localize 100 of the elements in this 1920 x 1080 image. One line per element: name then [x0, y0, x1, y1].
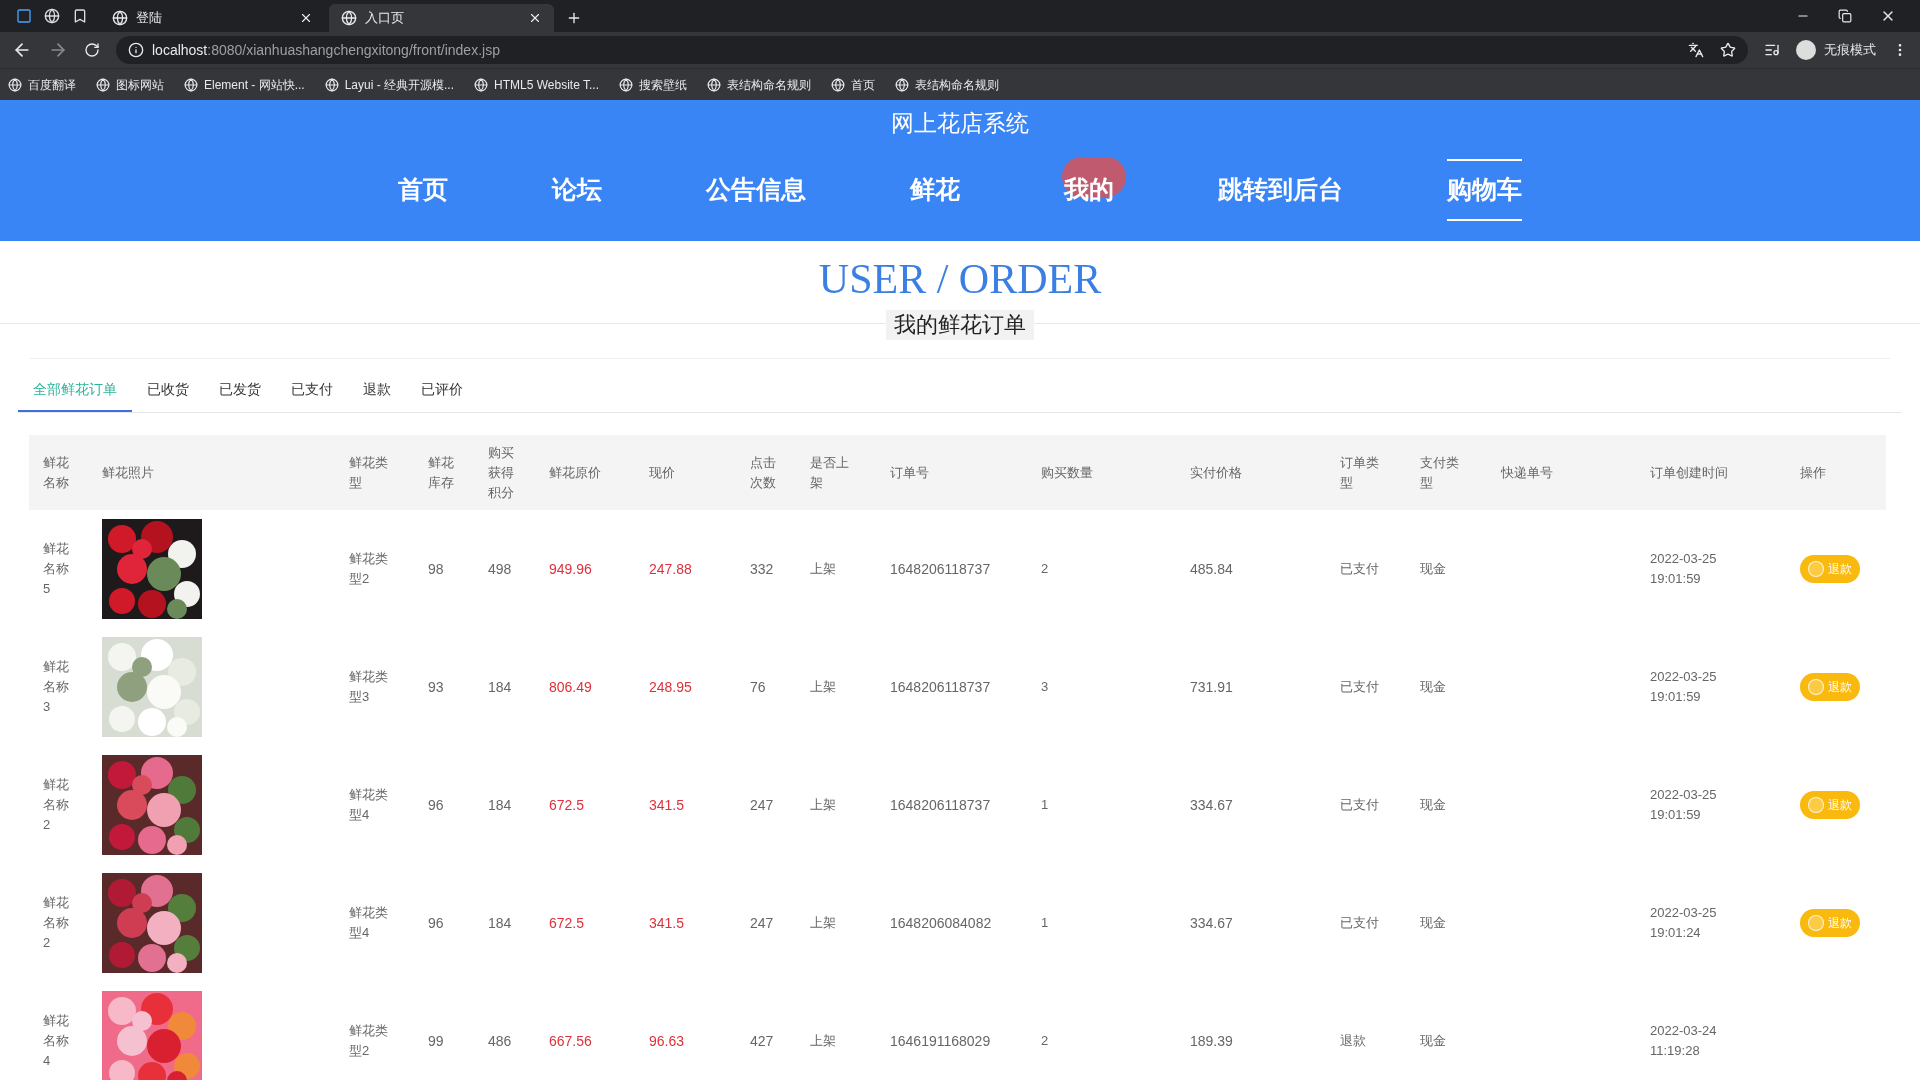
bookmark-item[interactable]: HTML5 Website T... — [474, 75, 599, 94]
table-cell-text: 806.49 — [549, 678, 593, 697]
nav-link[interactable]: 购物车 — [1447, 159, 1522, 221]
profile-button[interactable]: 无痕模式 — [1796, 40, 1876, 60]
table-cell-text: 1646191168029 — [890, 1032, 992, 1051]
table-cell-text: 鲜花类型3 — [349, 668, 389, 706]
table-cell-text: 672.5 — [549, 796, 586, 815]
page-heading: USER / ORDER — [818, 255, 1102, 303]
bookmark-item[interactable]: 表结构命名规则 — [707, 75, 811, 94]
column-header: 订单号 — [890, 463, 930, 482]
column-header: 点击次数 — [750, 453, 777, 492]
table-cell-text: 486 — [488, 1032, 513, 1051]
filter-tab[interactable]: 已评价 — [406, 379, 478, 412]
table-cell-text: 1 — [1041, 914, 1050, 932]
browser-tab[interactable]: 入口页 — [329, 4, 554, 32]
table-cell-text: 99 — [428, 1032, 445, 1051]
table-cell-text: 96.63 — [649, 1032, 686, 1051]
table-cell-text: 现金 — [1420, 796, 1447, 814]
table-cell-text: 184 — [488, 796, 513, 815]
filter-tab[interactable]: 已支付 — [276, 379, 348, 412]
bookmark-item[interactable]: 百度翻译 — [8, 75, 76, 94]
filter-tab[interactable]: 已发货 — [204, 379, 276, 412]
bookmark-item[interactable]: 首页 — [831, 75, 875, 94]
table-cell-text: 2 — [1041, 560, 1050, 578]
table-cell-text: 现金 — [1420, 914, 1447, 932]
table-cell-text: 96 — [428, 914, 445, 933]
table-cell-text: 93 — [428, 678, 445, 697]
table-cell-text: 鲜花类型4 — [349, 904, 389, 942]
column-header: 操作 — [1800, 463, 1827, 482]
table-cell-text: 184 — [488, 678, 513, 697]
table-cell-text: 427 — [750, 1032, 775, 1051]
table-cell-text: 鲜花名称4 — [43, 1012, 70, 1070]
table-cell-text: 949.96 — [549, 560, 593, 579]
table-cell-text: 667.56 — [549, 1032, 593, 1051]
nav-link[interactable]: 首页 — [398, 159, 448, 221]
bookmark-item[interactable]: 搜索壁纸 — [619, 75, 687, 94]
url-text: localhost:8080/xianhuashangchengxitong/front/index.jsp — [152, 40, 500, 60]
column-header: 鲜花名称 — [43, 453, 70, 492]
table-cell-text: 鲜花类型2 — [349, 550, 389, 588]
table-cell-text: 334.67 — [1190, 914, 1234, 933]
filter-tab[interactable]: 已收货 — [132, 379, 204, 412]
table-cell-text: 341.5 — [649, 796, 686, 815]
column-header: 支付类型 — [1420, 453, 1460, 492]
table-cell-text: 上架 — [810, 678, 837, 696]
nav-link[interactable]: 公告信息 — [706, 159, 806, 221]
nav-link[interactable]: 论坛 — [552, 159, 602, 221]
column-header: 鲜花照片 — [102, 463, 155, 482]
column-header: 快递单号 — [1501, 463, 1554, 482]
page-subheading: 我的鲜花订单 — [886, 310, 1034, 340]
table-cell-text: 已支付 — [1340, 560, 1380, 578]
nav-link[interactable]: 鲜花 — [910, 159, 960, 221]
table-cell-text: 鲜花名称3 — [43, 658, 70, 716]
filter-tab[interactable]: 退款 — [348, 379, 406, 412]
column-header: 订单类型 — [1340, 453, 1380, 492]
table-cell-text: 1648206118737 — [890, 796, 992, 815]
table-cell-text: 现金 — [1420, 560, 1447, 578]
column-header: 现价 — [649, 463, 676, 482]
column-header: 订单创建时间 — [1650, 463, 1729, 482]
table-cell-text: 鲜花名称5 — [43, 540, 70, 598]
table-cell-text: 76 — [750, 678, 767, 697]
column-header: 鲜花类型 — [349, 453, 389, 492]
table-cell-text: 672.5 — [549, 914, 586, 933]
table-cell-text: 341.5 — [649, 914, 686, 933]
table-cell-text: 已支付 — [1340, 914, 1380, 932]
site-title: 网上花店系统 — [891, 109, 1029, 138]
table-cell-text: 上架 — [810, 914, 837, 932]
table-cell-text: 332 — [750, 560, 775, 579]
table-cell-text: 上架 — [810, 1032, 837, 1050]
table-cell-text: 鲜花类型2 — [349, 1022, 389, 1060]
bookmark-item[interactable]: 表结构命名规则 — [895, 75, 999, 94]
table-cell-text: 189.39 — [1190, 1032, 1234, 1051]
column-header: 购买数量 — [1041, 463, 1094, 482]
table-cell-text: 2022-03-24 11:19:28 — [1650, 1022, 1718, 1060]
table-cell-text: 已支付 — [1340, 678, 1380, 696]
address-field[interactable]: localhost:8080/xianhuashangchengxitong/front/index.jsp — [116, 36, 1748, 64]
table-cell-text: 1 — [1041, 796, 1050, 814]
bookmark-item[interactable]: Layui - 经典开源模... — [324, 75, 455, 94]
table-cell-text: 2022-03-25 19:01:59 — [1650, 786, 1718, 824]
table-cell-text: 上架 — [810, 796, 837, 814]
table-cell-text: 184 — [488, 914, 513, 933]
table-cell-text: 1648206118737 — [890, 560, 992, 579]
table-cell-text: 248.95 — [649, 678, 693, 697]
table-cell-text: 247 — [750, 914, 775, 933]
table-cell-text: 485.84 — [1190, 560, 1234, 579]
table-cell-text: 498 — [488, 560, 513, 579]
table-cell-text: 退款 — [1340, 1032, 1367, 1050]
table-cell-text: 1648206084082 — [890, 914, 993, 933]
table-cell-text: 2022-03-25 19:01:59 — [1650, 550, 1718, 588]
bookmark-item[interactable]: Element - 网站快... — [184, 75, 305, 94]
bookmark-item[interactable]: 图标网站 — [96, 75, 164, 94]
tab-title: 入口页 — [365, 9, 405, 28]
table-cell-text: 334.67 — [1190, 796, 1234, 815]
nav-link[interactable]: 跳转到后台 — [1218, 159, 1343, 221]
table-cell-text: 3 — [1041, 678, 1050, 696]
column-header: 是否上架 — [810, 453, 850, 492]
table-cell-text: 已支付 — [1340, 796, 1380, 814]
tab-title: 登陆 — [136, 9, 163, 28]
table-cell-text: 247.88 — [649, 560, 693, 579]
table-cell-text: 鲜花名称2 — [43, 776, 70, 834]
nav-link[interactable]: 我的 — [1064, 159, 1114, 221]
